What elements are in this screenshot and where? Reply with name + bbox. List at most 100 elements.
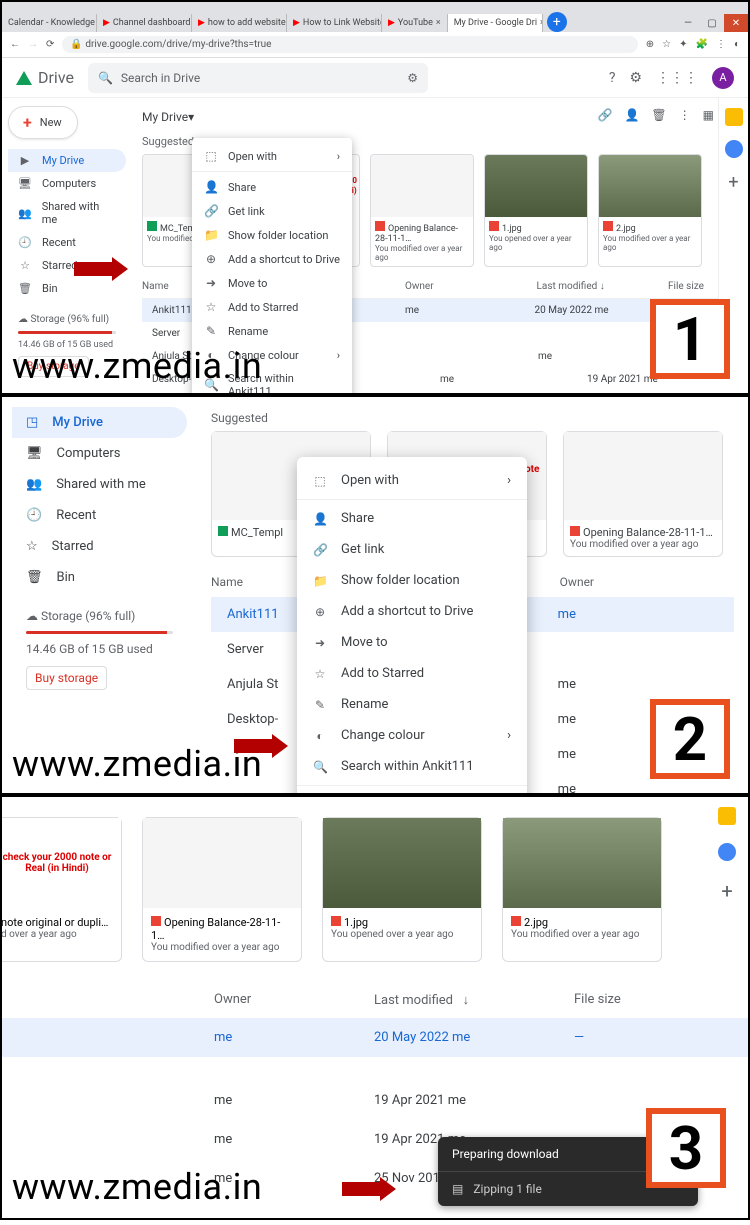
address-bar: ← → ⟳ 🔒 drive.google.com/drive/my-drive?… — [2, 32, 748, 58]
browser-tab[interactable]: ▶Channel dashboard -× — [97, 14, 192, 32]
ctx-share[interactable]: 👤Share — [192, 175, 352, 199]
ctx-move-to[interactable]: ➜Move to — [192, 271, 352, 295]
sidebar-item-shared[interactable]: 👥Shared with me — [8, 195, 126, 231]
suggested-row: check your 2000 note or Real (in Hindi)n… — [2, 797, 748, 982]
ctx-move-to[interactable]: ➜Move to — [297, 627, 527, 658]
ctx-add-starred[interactable]: ☆Add to Starred — [192, 295, 352, 319]
sidebar-item-mydrive[interactable]: ◳My Drive — [12, 407, 187, 438]
suggested-card[interactable]: 1.jpgYou opened over a year ago — [322, 817, 482, 962]
panel-3: check your 2000 note or Real (in Hindi)n… — [0, 795, 750, 1220]
menu-icon[interactable]: ⋮ — [716, 39, 726, 50]
keep-icon[interactable] — [718, 807, 736, 825]
ctx-add-shortcut[interactable]: ⊕Add a shortcut to Drive — [297, 596, 527, 627]
keep-icon[interactable] — [725, 108, 743, 126]
drive-header: Drive 🔍Search in Drive⚙ ? ⚙ ⋮⋮⋮ A — [2, 58, 748, 98]
grid-icon[interactable]: ▦ — [703, 108, 714, 125]
file-row-selected[interactable]: me20 May 2022 me— — [2, 1018, 748, 1057]
list-header: Owner Last modified ↓ File size — [2, 982, 748, 1018]
ctx-get-link[interactable]: 🔗Get link — [297, 534, 527, 565]
star-icon[interactable]: ☆ — [662, 39, 671, 50]
tasks-icon[interactable] — [725, 140, 743, 158]
ctx-change-colour[interactable]: ◐Change colour› — [297, 720, 527, 751]
suggested-card[interactable]: Opening Balance-28-11-1…You modified ove… — [563, 431, 723, 557]
browser-tab[interactable]: ▶YouTube× — [382, 14, 448, 32]
minimize-button[interactable]: — — [676, 14, 700, 32]
delete-icon[interactable]: 🗑 — [651, 108, 666, 125]
suggested-card[interactable]: Opening Balance-28-11-1…You modified ove… — [370, 154, 474, 267]
zip-icon: ▤ — [452, 1182, 463, 1196]
apps-icon[interactable]: ⋮⋮⋮ — [656, 70, 698, 86]
buy-storage-button[interactable]: Buy storage — [26, 666, 107, 690]
sidebar-item-starred[interactable]: ☆Starred — [12, 531, 187, 562]
sidebar-item-computers[interactable]: 🖥Computers — [12, 438, 187, 469]
file-row[interactable]: me19 Apr 2021 me — [2, 1081, 748, 1120]
browser-tab-active[interactable]: My Drive - Google Dri× — [448, 14, 543, 32]
suggested-card[interactable]: 2.jpgYou modified over a year ago — [502, 817, 662, 962]
window-controls: — ▢ ✕ — [676, 14, 748, 32]
puzzle-icon[interactable]: 🧩 — [696, 39, 708, 50]
ctx-share[interactable]: 👤Share — [297, 503, 527, 534]
add-icon[interactable]: + — [728, 172, 738, 193]
browser-tab-strip: Calendar - Knowledge× ▶Channel dashboard… — [2, 2, 748, 32]
ctx-open-with[interactable]: ⬚Open with› — [297, 465, 527, 496]
profile-icon[interactable]: ◐ — [734, 39, 740, 50]
search-icon[interactable]: ⊕ — [646, 39, 654, 50]
ctx-show-location[interactable]: 📁Show folder location — [192, 223, 352, 247]
avatar[interactable]: A — [712, 67, 734, 89]
sidebar-item-recent[interactable]: 🕘Recent — [12, 500, 187, 531]
browser-tab[interactable]: ▶How to Link Website t× — [287, 14, 382, 32]
ctx-search-within[interactable]: 🔍Search within Ankit111 — [297, 751, 527, 782]
close-button[interactable]: ✕ — [724, 14, 748, 32]
ctx-get-link[interactable]: 🔗Get link — [192, 199, 352, 223]
search-input[interactable]: 🔍Search in Drive⚙ — [88, 63, 428, 93]
ctx-open-with[interactable]: ⬚Open with› — [192, 144, 352, 168]
sidebar-item-recent[interactable]: 🕘Recent — [8, 231, 126, 254]
extensions-icon[interactable]: ✦ — [679, 39, 687, 50]
sidebar-item-mydrive[interactable]: ▶My Drive — [8, 149, 126, 172]
drive-logo[interactable]: Drive — [16, 68, 74, 87]
browser-tab[interactable]: Calendar - Knowledge× — [2, 14, 97, 32]
annotation-arrow — [74, 262, 114, 276]
ctx-show-location[interactable]: 📁Show folder location — [297, 565, 527, 596]
panel-2: ◳My Drive 🖥Computers 👥Shared with me 🕘Re… — [0, 395, 750, 795]
ctx-rename[interactable]: ✎Rename — [192, 319, 352, 343]
annotation-arrow — [234, 739, 274, 753]
file-row[interactable] — [2, 1057, 748, 1081]
suggested-card[interactable]: Opening Balance-28-11-1…You modified ove… — [142, 817, 302, 962]
reload-button[interactable]: ⟳ — [46, 39, 54, 50]
maximize-button[interactable]: ▢ — [700, 14, 724, 32]
sidebar-item-bin[interactable]: 🗑Bin — [8, 277, 126, 300]
forward-button[interactable]: → — [28, 39, 38, 50]
sidebar-item-shared[interactable]: 👥Shared with me — [12, 469, 187, 500]
storage-section: ☁ Storage (96% full) 14.46 GB of 15 GB u… — [12, 609, 187, 690]
sidebar-item-computers[interactable]: 🖥Computers — [8, 172, 126, 195]
suggested-card[interactable]: 2.jpgYou modified over a year ago — [598, 154, 702, 267]
settings-icon[interactable]: ⚙ — [629, 70, 642, 86]
more-icon[interactable]: ⋮ — [679, 108, 691, 125]
filter-icon[interactable]: ⚙ — [407, 71, 418, 85]
tasks-icon[interactable] — [718, 843, 736, 861]
link-icon[interactable]: 🔗 — [598, 108, 613, 125]
breadcrumb-mydrive[interactable]: My Drive — [142, 110, 188, 124]
step-badge-2: 2 — [650, 699, 730, 779]
ctx-add-starred[interactable]: ☆Add to Starred — [297, 658, 527, 689]
sidebar: ◳My Drive 🖥Computers 👥Shared with me 🕘Re… — [2, 397, 197, 793]
sidebar-item-bin[interactable]: 🗑Bin — [12, 562, 187, 593]
new-button[interactable]: +New — [8, 106, 78, 139]
watermark: www.zmedia.in — [12, 743, 262, 785]
chevron-down-icon[interactable]: ▾ — [188, 110, 194, 124]
browser-tab[interactable]: ▶how to add website lin× — [192, 14, 287, 32]
suggested-label: Suggested — [211, 411, 734, 425]
storage-bar — [18, 331, 116, 334]
new-tab-button[interactable]: + — [547, 12, 567, 32]
share-icon[interactable]: 👤 — [624, 108, 639, 125]
ctx-rename[interactable]: ✎Rename — [297, 689, 527, 720]
toast-title: Preparing download — [452, 1147, 559, 1161]
suggested-card[interactable]: check your 2000 note or Real (in Hindi)n… — [0, 817, 122, 962]
ctx-add-shortcut[interactable]: ⊕Add a shortcut to Drive — [192, 247, 352, 271]
add-icon[interactable]: + — [721, 879, 732, 903]
back-button[interactable]: ← — [10, 39, 20, 50]
help-icon[interactable]: ? — [609, 70, 616, 86]
url-field[interactable]: 🔒 drive.google.com/drive/my-drive?ths=tr… — [62, 36, 637, 53]
suggested-card[interactable]: 1.jpgYou opened over a year ago — [484, 154, 588, 267]
